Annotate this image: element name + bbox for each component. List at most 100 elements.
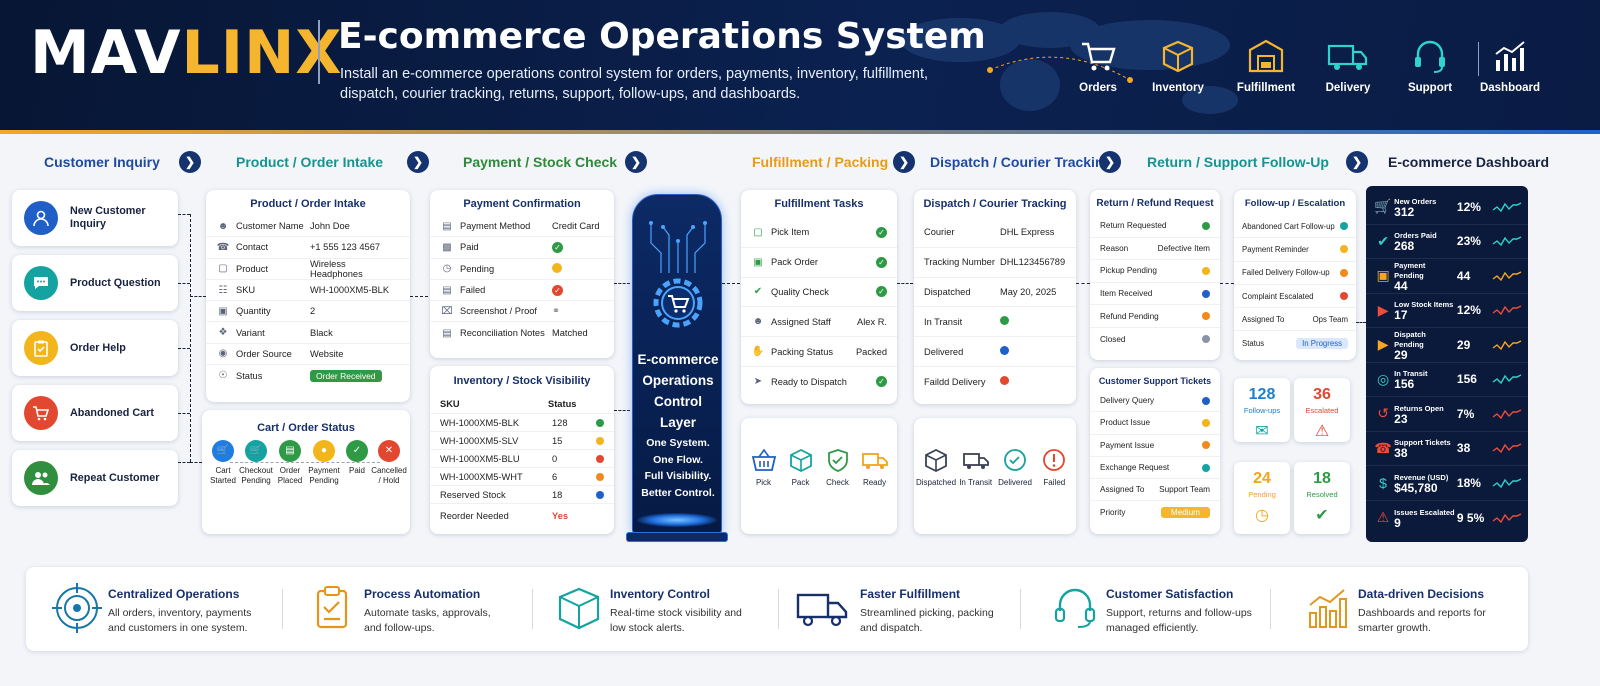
dashboard-metric-row: ✔ Orders Paid 268 23% (1366, 225, 1528, 259)
status-dot (1000, 346, 1009, 356)
header-divider (318, 20, 320, 84)
inquiry-new-customer[interactable]: New Customer Inquiry (12, 190, 178, 246)
dashboard-metric-change: 7% (1456, 406, 1475, 421)
ecommerce-dashboard-panel: 🛒 New Orders 312 12% ✔ Orders Paid 268 23% ▣ Paym… (1366, 186, 1528, 542)
stage-arrow-icon: ❯ (407, 151, 429, 173)
dashboard-metric-change: 156 (1456, 372, 1477, 387)
dashboard-metric-value: 156 (1394, 377, 1415, 392)
status-dot (1000, 316, 1009, 326)
benefit-divider (282, 589, 283, 629)
payment-card: Payment Confirmation ▤ Payment Method Cred… (430, 190, 614, 358)
priority-badge: Medium (1160, 507, 1210, 519)
dashboard-metric-label: Low Stock Items 17 (1394, 300, 1457, 323)
benefit-divider (1020, 589, 1021, 629)
chat-icon (24, 266, 58, 300)
fulfillment-card: Fulfillment Tasks ▢ Pick Item ✓ ▣ Pack Orde… (741, 190, 897, 404)
inventory-row: WH-1000XM5-BLU 0 (430, 450, 614, 468)
status-dot (596, 490, 604, 499)
connector-line (614, 410, 630, 411)
dashboard-metric-label: Revenue (USD) $45,780 (1394, 473, 1457, 494)
header-nav-inventory[interactable]: Inventory (1138, 36, 1218, 94)
return-icon: ↺ (1377, 405, 1389, 422)
rocket-icon: ➤ (753, 376, 763, 388)
dashboard-metric-value: 17 (1394, 308, 1408, 323)
dashboard-metric-row: ▣ Payment Pending 44 44 (1366, 259, 1528, 294)
control-layer-title: E-commerce Operations Control Layer (637, 352, 719, 430)
status-dot (1202, 396, 1210, 405)
header-nav-dashboard[interactable]: Dashboard (1470, 36, 1550, 94)
connector-line (178, 283, 190, 284)
step-delivered: Delivered (995, 448, 1034, 487)
benefit-divider (1270, 589, 1271, 629)
inquiry-repeat-customer[interactable]: Repeat Customer (12, 450, 178, 506)
status-dot (1202, 289, 1210, 298)
error-icon: ✓ (552, 284, 563, 296)
phone-icon: ☎ (216, 241, 230, 253)
sparkline (1492, 271, 1522, 281)
dashboard-metric-value: 44 (1394, 278, 1408, 293)
control-layer-tagline: One System. One Flow. Full Visibility. Bett… (641, 437, 715, 499)
header-nav-orders[interactable]: Orders (1058, 36, 1138, 94)
dashboard-metric-row: ☎ Support Tickets 38 38 (1366, 432, 1528, 466)
inquiry-order-help[interactable]: Order Help (12, 320, 178, 376)
benefit-centralized: Centralized Operations All orders, invent… (42, 567, 282, 651)
check-icon: ✓ (876, 256, 887, 268)
sparkline (1492, 409, 1522, 419)
sparkline (1492, 513, 1522, 523)
benefits-bar: Centralized Operations All orders, invent… (26, 567, 1528, 651)
truck-icon: ▶ (1377, 336, 1389, 353)
inventory-row: WH-1000XM5-SLV 15 (430, 432, 614, 450)
tag-icon: ❖ (218, 327, 228, 339)
connector-line (190, 462, 202, 463)
header-nav-delivery[interactable]: Delivery (1308, 36, 1388, 94)
status-dot (1000, 376, 1009, 386)
stage-product-order-intake: Product / Order Intake (236, 154, 384, 170)
dashboard-metric-label: In Transit 156 (1394, 369, 1457, 392)
cart-step-cancelled: ✕ Cancelled / Hold (369, 440, 409, 486)
circuit-icon (649, 221, 707, 273)
truck-icon: ▶ (1377, 301, 1389, 318)
check-circle-icon: ✔ (1377, 232, 1389, 249)
inventory-row: Reserved Stock 18 (430, 486, 614, 504)
fulfillment-steps-card: Pick Pack Check Ready (741, 418, 897, 534)
header-nav-fulfillment[interactable]: Fulfillment (1226, 36, 1306, 94)
check-circle-icon: ✔ (1315, 507, 1329, 524)
check-icon: ✓ (346, 440, 368, 462)
box-icon: ▢ (753, 226, 763, 238)
inquiry-abandoned-cart[interactable]: Abandoned Cart (12, 385, 178, 441)
dashboard-metric-change: 9 5% (1456, 510, 1485, 525)
status-badge: Order Received (310, 369, 382, 382)
step-dispatched: Dispatched (916, 448, 956, 487)
intake-row: ☉ Status Order Received (206, 365, 410, 386)
stage-arrow-icon: ❯ (625, 151, 647, 173)
dispatch-steps-card: Dispatched In Transit Delivered Failed (914, 418, 1076, 534)
dashboard-metric-row: ↺ Returns Open 23 7% (1366, 397, 1528, 432)
dashboard-metric-row: ⚠ Issues Escalated 9 9 5% (1366, 501, 1528, 536)
stage-dispatch-courier: Dispatch / Courier Tracking (930, 154, 1113, 170)
dashboard-metric-label: Issues Escalated 9 (1394, 508, 1457, 529)
stage-dashboard: E-commerce Dashboard (1388, 154, 1550, 170)
stage-arrow-icon: ❯ (179, 151, 201, 173)
status-badge: In Progress (1296, 337, 1348, 349)
check-icon: ✓ (876, 226, 887, 238)
warning-icon: ⚠ (1376, 509, 1390, 526)
status-dot (596, 454, 604, 463)
warehouse-icon (1248, 39, 1284, 73)
coin-icon: ● (313, 440, 335, 462)
intake-row: ◉ Order Source Website (206, 344, 410, 366)
box-icon (558, 587, 600, 630)
bar-chart-icon (1309, 589, 1347, 628)
dashboard-metric-row: ▶ Low Stock Items 17 12% (1366, 294, 1528, 328)
header-nav-support[interactable]: Support (1390, 36, 1470, 94)
box-icon (1162, 40, 1194, 73)
inquiry-product-question[interactable]: Product Question (12, 255, 178, 311)
package-icon: ▣ (753, 256, 763, 268)
connector-line (178, 462, 190, 463)
connector-line (178, 348, 190, 349)
truck-icon (1327, 44, 1368, 70)
package-icon (789, 448, 812, 472)
cart-icon: 🛒 (212, 440, 234, 462)
control-layer-panel: E-commerce Operations Control Layer One … (632, 194, 722, 534)
status-dot (1202, 312, 1210, 321)
location-icon: ◎ (1376, 370, 1390, 387)
